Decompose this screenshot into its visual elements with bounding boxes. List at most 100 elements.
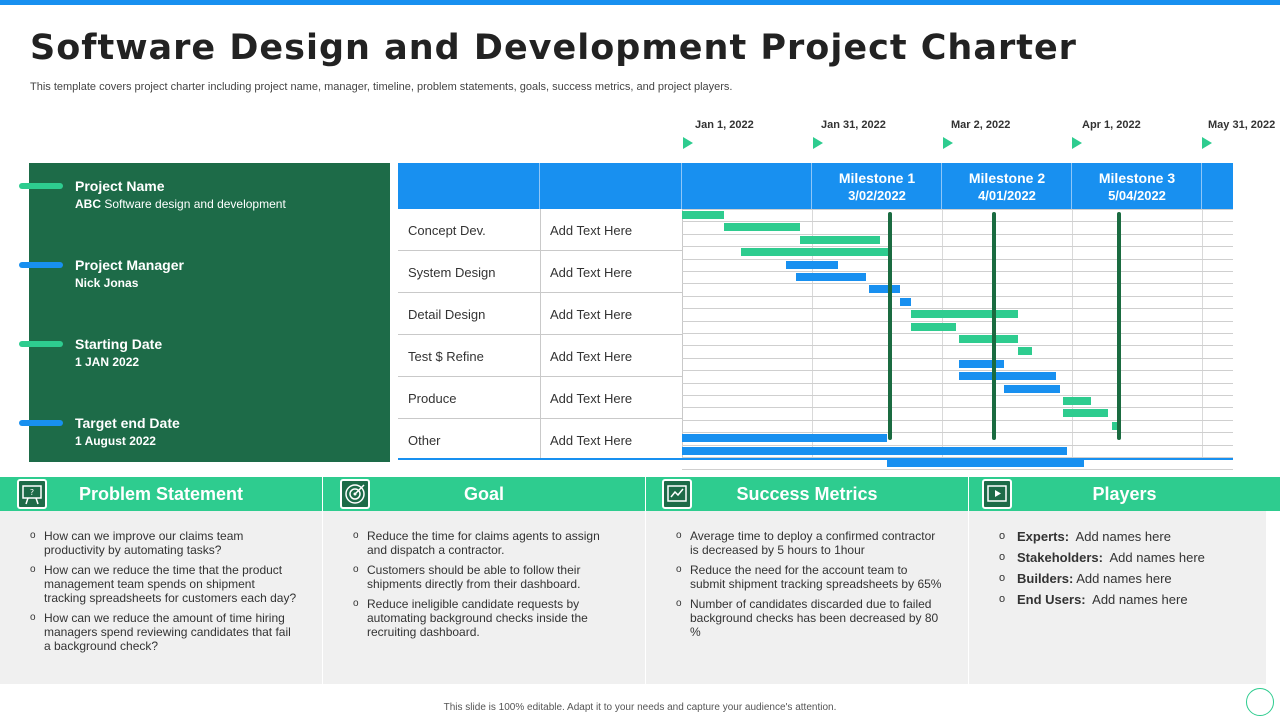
timeline-arrow-icon [683, 137, 693, 149]
info-value: ABC Software design and development [75, 197, 286, 211]
gantt-gridline [682, 271, 1233, 272]
gantt-task-bar [1063, 409, 1109, 418]
gantt-task-bar [723, 223, 800, 232]
player-item: Builders: Add names here [999, 571, 1205, 586]
gantt-gridline [682, 432, 1233, 434]
row-phase: Detail Design [408, 307, 486, 322]
row-text: Add Text Here [550, 223, 633, 238]
timeline-arrow-icon [813, 137, 823, 149]
timeline-arrow-icon [1202, 137, 1212, 149]
project-info-panel: Project Name ABC Software design and dev… [19, 163, 390, 462]
header-cell-text [540, 163, 682, 209]
row-phase: Produce [408, 391, 457, 406]
gantt-task-bar [959, 359, 1005, 368]
info-value: 1 JAN 2022 [75, 355, 140, 369]
gantt-gridline [682, 469, 1233, 471]
section-header: Success Metrics [646, 477, 968, 511]
gantt-gridline [682, 258, 1233, 260]
gantt-task-bar [869, 285, 901, 294]
list-item: Average time to deploy a confirmed contr… [676, 529, 946, 557]
player-item: Stakeholders: Add names here [999, 550, 1205, 565]
gantt-gridline [682, 370, 1233, 372]
info-starting-date: Starting Date 1 JAN 2022 [19, 321, 390, 369]
timeline-date: Jan 1, 2022 [695, 119, 754, 131]
milestone-title: Milestone 3 [1098, 170, 1176, 186]
timeline-date: Apr 1, 2022 [1082, 119, 1141, 131]
list-item: How can we reduce the amount of time hir… [30, 611, 300, 653]
milestone-title: Milestone 1 [838, 170, 916, 186]
header-cell-phase [398, 163, 540, 209]
gantt-table: Milestone 1 3/02/2022 Milestone 2 4/01/2… [398, 163, 1233, 471]
section-header: Goal [323, 477, 645, 511]
gantt-task-bar [682, 434, 887, 443]
gantt-gridline [682, 246, 1233, 248]
row-phase: Concept Dev. [408, 223, 486, 238]
info-target-end-date: Target end Date 1 August 2022 [19, 400, 390, 448]
timeline-date: May 31, 2022 [1208, 119, 1276, 131]
gantt-task-bar [959, 372, 1057, 381]
gantt-task-bar [1063, 397, 1092, 405]
info-project-manager: Project Manager Nick Jonas [19, 242, 390, 290]
info-label: Project Name [75, 178, 165, 194]
row-phase: System Design [408, 265, 496, 280]
page-title: Software Design and Development Project … [30, 28, 1077, 68]
timeline-arrow-icon [1072, 137, 1082, 149]
timeline-arrow-icon [943, 137, 953, 149]
bullet-list: Reduce the time for claims agents to ass… [353, 529, 623, 645]
row-phase: Other [408, 433, 441, 448]
top-accent-bar [0, 0, 1280, 5]
info-project-name: Project Name ABC Software design and dev… [19, 163, 390, 211]
bullet-list: How can we improve our claims team produ… [30, 529, 300, 659]
header-cell-milestone-2: Milestone 2 4/01/2022 [942, 163, 1072, 209]
info-value: 1 August 2022 [75, 434, 156, 448]
gantt-task-bar [682, 446, 1067, 455]
gantt-gridline [682, 333, 1233, 334]
gantt-task-bar [886, 459, 1085, 467]
row-text: Add Text Here [550, 349, 633, 364]
list-item: Reduce the need for the account team to … [676, 563, 946, 591]
timeline-date: Jan 31, 2022 [821, 119, 886, 131]
milestone-marker-line [888, 212, 892, 440]
list-item: Reduce ineligible candidate requests by … [353, 597, 623, 639]
section-title: Problem Statement [78, 484, 244, 504]
milestone-marker-line [992, 212, 996, 440]
section-title: Players [1092, 484, 1157, 504]
player-item: End Users: Add names here [999, 592, 1205, 607]
gantt-task-bar [1004, 384, 1060, 393]
gantt-gridline [682, 221, 1233, 223]
section-goal: Goal Reduce the time for claims agents t… [323, 477, 645, 684]
corner-circle-decoration [1246, 688, 1274, 716]
section-body: Reduce the time for claims agents to ass… [323, 511, 645, 684]
gantt-gridline [682, 209, 1233, 210]
milestone-date: 3/02/2022 [848, 188, 906, 203]
list-item: Number of candidates discarded due to fa… [676, 597, 946, 639]
section-title: Success Metrics [736, 484, 878, 504]
list-item: How can we reduce the time that the prod… [30, 563, 300, 605]
milestone-date: 4/01/2022 [978, 188, 1036, 203]
list-item: Customers should be able to follow their… [353, 563, 623, 591]
player-item: Experts: Add names here [999, 529, 1205, 544]
gantt-task-bar [799, 235, 880, 244]
players-list: Experts: Add names here Stakeholders: Ad… [999, 529, 1205, 613]
row-text: Add Text Here [550, 391, 633, 406]
gantt-gridline [682, 395, 1233, 396]
list-item: How can we improve our claims team produ… [30, 529, 300, 557]
gantt-task-bar [910, 310, 1019, 319]
section-body: Average time to deploy a confirmed contr… [646, 511, 968, 684]
info-bar [19, 262, 63, 268]
gantt-task-bar [959, 335, 1019, 343]
gantt-gridline [682, 345, 1233, 347]
info-bar [19, 420, 63, 426]
table-header: Milestone 1 3/02/2022 Milestone 2 4/01/2… [398, 163, 1233, 209]
gantt-gridline [682, 419, 1233, 421]
milestone-title: Milestone 2 [968, 170, 1046, 186]
gantt-task-bar [910, 322, 956, 331]
header-cell-milestone-1: Milestone 1 3/02/2022 [812, 163, 942, 209]
gantt-task-bar [682, 211, 724, 219]
info-label: Project Manager [75, 257, 184, 273]
row-text: Add Text Here [550, 307, 633, 322]
column-divider [540, 209, 541, 459]
table-bottom-border [398, 458, 1233, 460]
section-header: ? Problem Statement [0, 477, 322, 511]
section-problem-statement: ? Problem Statement How can we improve o… [0, 477, 322, 684]
